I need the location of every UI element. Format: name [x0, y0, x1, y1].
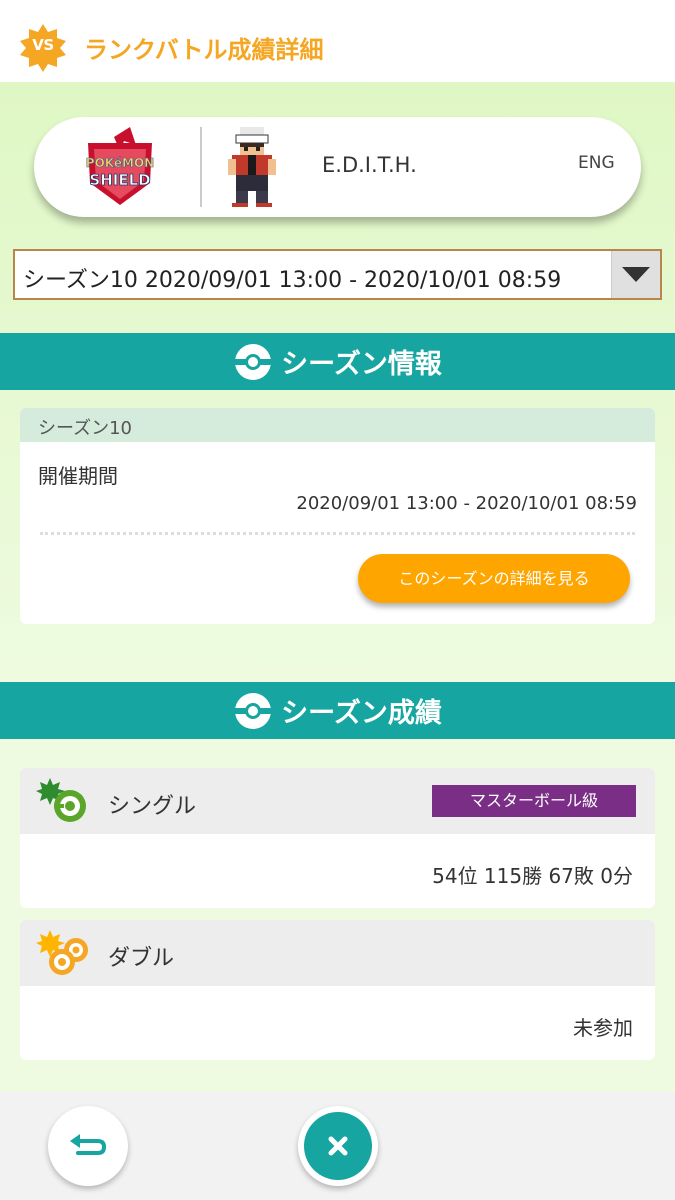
vs-badge-text: VS	[32, 36, 54, 54]
back-button[interactable]	[48, 1106, 128, 1186]
single-battle-icon	[36, 778, 86, 822]
season-results-title: シーズン成績	[281, 698, 442, 729]
card-divider	[200, 127, 202, 207]
bottom-bar	[0, 1092, 675, 1200]
season-info-band: シーズン情報	[0, 333, 675, 390]
single-label: シングル	[108, 794, 197, 819]
vs-badge-icon: VS	[18, 22, 68, 72]
rank-badge: マスターボール級	[432, 785, 636, 817]
season-detail-button[interactable]: このシーズンの詳細を見る	[358, 554, 630, 603]
trainer-sprite-icon	[228, 127, 276, 207]
double-label: ダブル	[108, 946, 175, 971]
triangle-down-icon	[622, 267, 650, 282]
logo-pokemon-text: POKéMON	[86, 156, 154, 170]
season-info-card-header: シーズン10	[20, 408, 655, 442]
double-battle-icon	[36, 930, 88, 975]
close-button[interactable]	[298, 1106, 378, 1186]
period-value: 2020/09/01 13:00 - 2020/10/01 08:59	[296, 493, 637, 514]
period-label: 開催期間	[38, 464, 118, 488]
page-title: ランクバトル成績詳細	[84, 36, 324, 64]
game-logo-icon: POKéMON SHIELD	[85, 127, 155, 205]
trainer-name: E.D.I.T.H.	[322, 153, 417, 177]
season-info-title: シーズン情報	[281, 349, 442, 380]
season-results-band: シーズン成績	[0, 682, 675, 739]
dropdown-arrow-button[interactable]	[611, 251, 660, 298]
pokeball-icon	[235, 692, 272, 729]
single-battle-card: シングル マスターボール級 54位 115勝 67敗 0分	[20, 768, 655, 908]
trainer-profile-card: POKéMON SHIELD E.D.I.T.H. ENG	[34, 117, 641, 217]
pokeball-icon	[235, 343, 272, 380]
single-battle-header: シングル マスターボール級	[20, 768, 655, 834]
double-battle-header: ダブル	[20, 920, 655, 986]
season-name: シーズン10	[38, 418, 133, 439]
season-dropdown[interactable]: シーズン10 2020/09/01 13:00 - 2020/10/01 08:…	[13, 249, 662, 300]
language-code: ENG	[578, 153, 615, 173]
double-battle-card: ダブル 未参加	[20, 920, 655, 1060]
dotted-divider	[40, 532, 635, 535]
logo-shield-text: SHIELD	[89, 171, 150, 189]
double-result: 未参加	[573, 1016, 633, 1040]
close-icon	[328, 1136, 348, 1156]
single-result: 54位 115勝 67敗 0分	[432, 864, 633, 888]
season-info-card: シーズン10 開催期間 2020/09/01 13:00 - 2020/10/0…	[20, 408, 655, 624]
app-header: VS ランクバトル成績詳細	[0, 0, 675, 82]
season-dropdown-value: シーズン10 2020/09/01 13:00 - 2020/10/01 08:…	[23, 268, 562, 293]
return-arrow-icon	[70, 1134, 107, 1155]
